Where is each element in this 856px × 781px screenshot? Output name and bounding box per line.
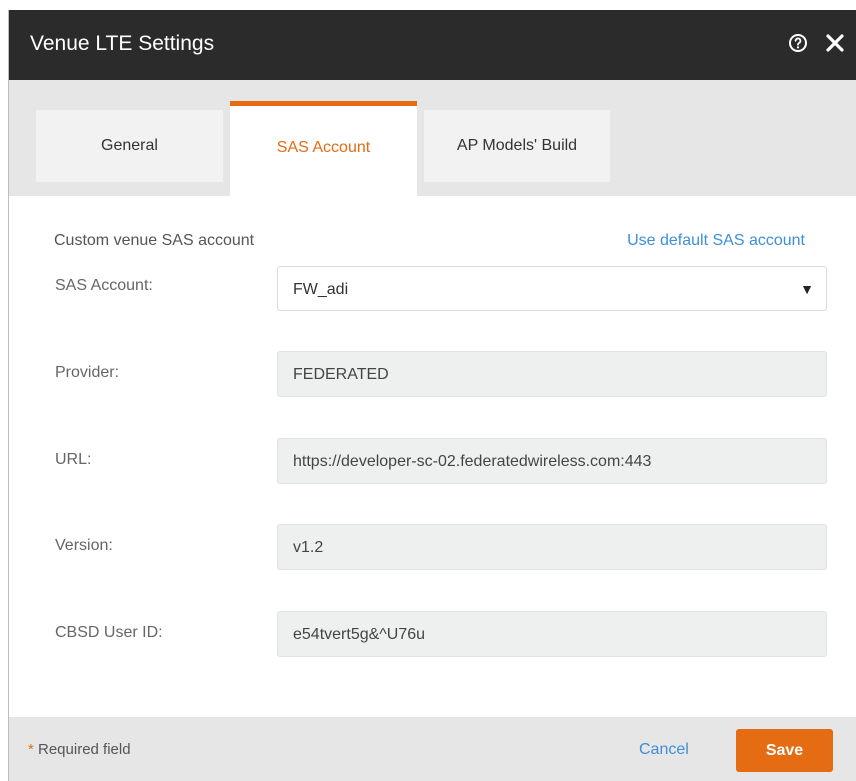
sas-account-select[interactable]: FW_adi ▼ [277, 266, 827, 311]
tab-general-label: General [101, 137, 158, 154]
dialog-footer: * Required field Cancel Save [9, 717, 856, 781]
required-text: Required field [33, 741, 131, 758]
use-default-sas-link[interactable]: Use default SAS account [627, 232, 805, 250]
help-circle-icon[interactable] [788, 33, 808, 53]
close-icon[interactable] [824, 32, 846, 54]
cbsd-user-id-label: CBSD User ID: [55, 624, 163, 641]
tab-sas-account-label: SAS Account [276, 139, 371, 156]
url-value: https://developer-sc-02.federatedwireles… [293, 453, 652, 470]
provider-field: FEDERATED [277, 351, 827, 397]
provider-label: Provider: [55, 364, 120, 381]
sas-account-value: FW_adi [293, 281, 349, 298]
tab-ap-models-build[interactable]: AP Models' Build [424, 110, 610, 182]
url-label: URL: [55, 451, 92, 468]
venue-lte-settings-dialog: Venue LTE Settings General SAS Account A… [8, 10, 856, 781]
cbsd-user-id-value: e54tvert5g&^U76u [293, 626, 426, 643]
dialog-title: Venue LTE Settings [30, 32, 215, 55]
version-value: v1.2 [293, 539, 324, 556]
version-field: v1.2 [277, 524, 827, 570]
tab-ap-models-build-label: AP Models' Build [456, 137, 578, 154]
dialog-header: Venue LTE Settings [9, 10, 856, 80]
tab-general[interactable]: General [36, 110, 223, 182]
cbsd-user-id-field: e54tvert5g&^U76u [277, 611, 827, 657]
chevron-down-icon: ▼ [800, 281, 814, 297]
tab-sas-account[interactable]: SAS Account [230, 101, 417, 196]
version-label: Version: [55, 537, 113, 554]
section-label: Custom venue SAS account [54, 232, 255, 249]
tab-bar: General SAS Account AP Models' Build [9, 80, 856, 196]
save-button[interactable]: Save [736, 729, 833, 772]
url-field: https://developer-sc-02.federatedwireles… [277, 438, 827, 484]
cancel-button[interactable]: Cancel [639, 741, 689, 759]
required-field-note: * Required field [28, 741, 131, 758]
sas-account-label: SAS Account: [55, 277, 153, 294]
provider-value: FEDERATED [293, 366, 389, 383]
